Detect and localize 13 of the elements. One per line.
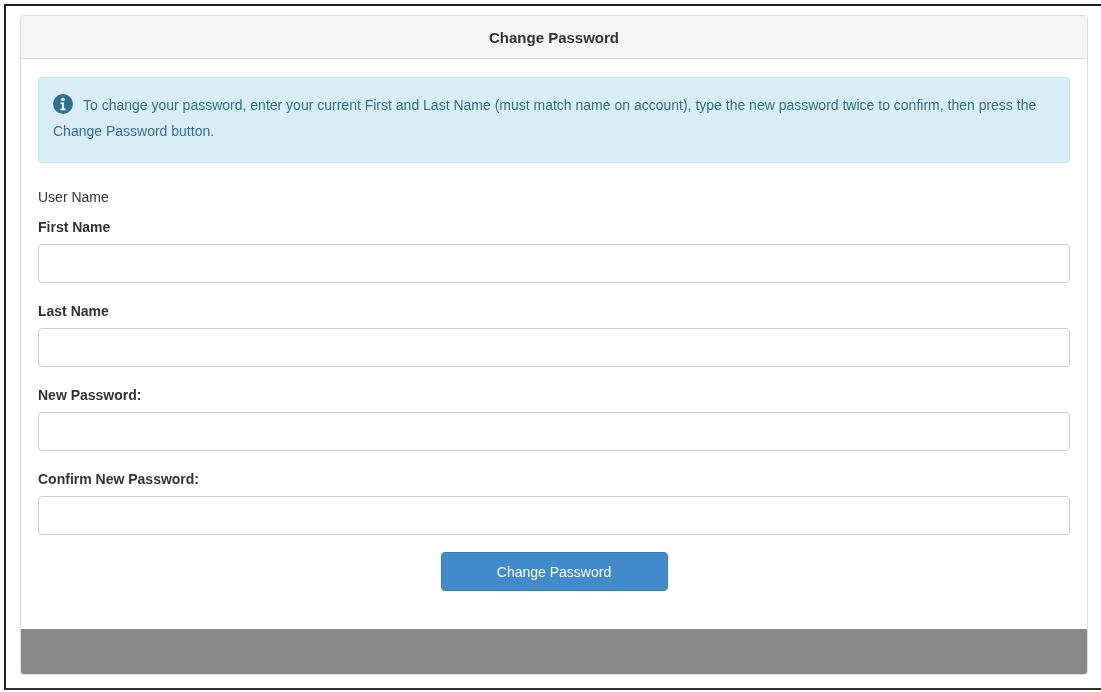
- input-field[interactable]: [38, 328, 1070, 367]
- input-field[interactable]: [38, 496, 1070, 535]
- change-password-button[interactable]: Change Password: [440, 552, 668, 591]
- alert-text: To change your password, enter your current First and Last Name (must match name on account), type the new password twice to confirm, then press the Change Password button.: [53, 92, 1053, 144]
- field-label: First Name: [38, 219, 112, 235]
- user-name-label: User Name: [38, 189, 110, 205]
- input-field[interactable]: [38, 244, 1070, 283]
- field-label: Confirm New Password:: [38, 471, 201, 487]
- info-icon: [53, 94, 73, 114]
- field-label: Last Name: [38, 303, 110, 319]
- panel-title: Change Password: [488, 28, 619, 46]
- input-field[interactable]: [38, 412, 1070, 451]
- field-label: New Password:: [38, 387, 143, 403]
